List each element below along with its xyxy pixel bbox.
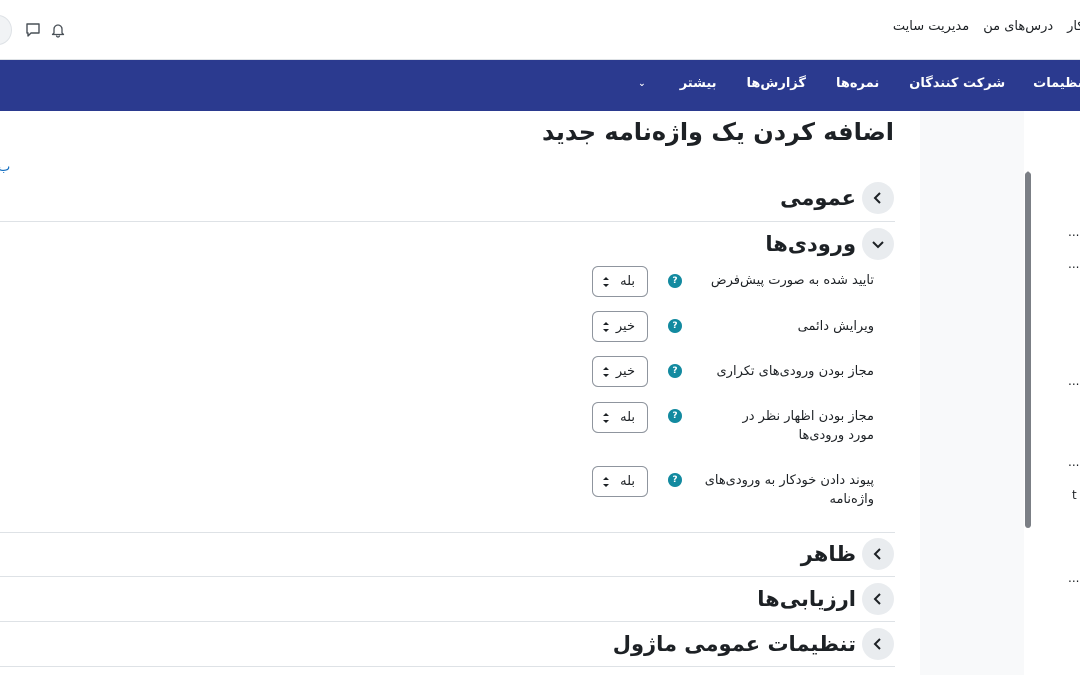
section-module-settings[interactable]: تنظیمات عمومی ماژول	[613, 627, 894, 661]
select-value: بله	[620, 274, 635, 289]
help-icon[interactable]: ?	[668, 319, 682, 333]
field-label-allow-comments: مجاز بودن اظهار نظر در مورد ورودی‌ها	[742, 409, 874, 443]
section-module-settings-title: تنظیمات عمومی ماژول	[612, 632, 856, 656]
notifications-bell-icon[interactable]	[48, 20, 68, 40]
section-ratings-title: ارزیابی‌ها	[757, 587, 856, 611]
select-value: بله	[620, 474, 635, 489]
top-navbar: ر کار درس‌های من مدیریت سایت	[0, 0, 1080, 60]
section-general-title: عمومی	[780, 186, 856, 210]
section-entries[interactable]: ورودی‌ها	[765, 227, 894, 261]
course-index-item[interactable]: ...	[1068, 455, 1079, 469]
tab-reports[interactable]: گزارش‌ها	[747, 76, 806, 91]
course-secondary-nav: تنظیمات شرکت کنندگان نمره‌ها گزارش‌ها بی…	[0, 60, 1080, 111]
field-label-edit-always: ویرایش دائمی	[797, 319, 874, 334]
tab-settings[interactable]: تنظیمات	[1033, 76, 1080, 91]
tab-more[interactable]: بیشتر ⌄	[608, 76, 716, 91]
chevron-left-icon[interactable]	[862, 182, 894, 214]
select-arrows-icon	[603, 477, 609, 487]
chevron-left-icon[interactable]	[862, 628, 894, 660]
select-allow-comments[interactable]: بله	[592, 402, 648, 433]
chevron-down-icon[interactable]	[862, 228, 894, 260]
select-arrows-icon	[603, 322, 609, 332]
divider	[0, 221, 895, 222]
select-arrows-icon	[603, 367, 609, 377]
course-index-item[interactable]: ...	[1068, 571, 1079, 585]
chevron-down-icon: ⌄	[638, 79, 646, 89]
tab-more-label: بیشتر	[679, 76, 717, 91]
nav-site-admin[interactable]: مدیریت سایت	[893, 19, 969, 34]
course-index-item[interactable]: ...	[1068, 257, 1079, 271]
primary-nav: ر کار درس‌های من مدیریت سایت	[893, 19, 1080, 34]
select-approved-default[interactable]: بله	[592, 266, 648, 297]
help-icon[interactable]: ?	[668, 409, 682, 423]
field-label-approved-default: تایید شده به صورت پیش‌فرض	[710, 273, 874, 288]
divider	[0, 576, 895, 577]
field-label-allow-duplicates: مجاز بودن ورودی‌های تکراری	[716, 364, 875, 379]
tab-grades[interactable]: نمره‌ها	[836, 76, 879, 91]
expand-all-link[interactable]: ب	[0, 160, 10, 175]
help-icon[interactable]: ?	[668, 473, 682, 487]
scroll-up-arrow-icon[interactable]	[1024, 162, 1032, 175]
user-avatar[interactable]	[0, 15, 12, 45]
scrollbar-thumb[interactable]	[1025, 172, 1031, 528]
divider	[0, 666, 895, 667]
tab-participants[interactable]: شرکت کنندگان	[909, 76, 1005, 91]
select-auto-linking[interactable]: بله	[592, 466, 648, 497]
chevron-left-icon[interactable]	[862, 583, 894, 615]
section-entries-title: ورودی‌ها	[765, 232, 856, 256]
select-arrows-icon	[603, 413, 609, 423]
course-index-item[interactable]: t	[1072, 488, 1077, 502]
course-index-item[interactable]: ...	[1068, 374, 1079, 388]
chevron-left-icon[interactable]	[862, 538, 894, 570]
course-index-panel	[1024, 111, 1080, 675]
help-icon[interactable]: ?	[668, 274, 682, 288]
section-appearance-title: ظاهر	[800, 542, 856, 566]
select-value: بله	[620, 410, 635, 425]
nav-my-courses[interactable]: درس‌های من	[983, 19, 1053, 34]
select-arrows-icon	[603, 277, 609, 287]
section-general[interactable]: عمومی	[780, 181, 894, 215]
section-ratings[interactable]: ارزیابی‌ها	[757, 582, 894, 616]
section-appearance[interactable]: ظاهر	[801, 537, 894, 571]
divider	[0, 621, 895, 622]
page-title: اضافه کردن یک واژه‌نامه جدید	[542, 118, 894, 146]
course-index-item[interactable]: ...	[1068, 225, 1079, 239]
messages-icon[interactable]	[23, 20, 43, 40]
select-allow-duplicates[interactable]: خیر	[592, 356, 648, 387]
select-edit-always[interactable]: خیر	[592, 311, 648, 342]
select-value: خیر	[615, 319, 635, 334]
help-icon[interactable]: ?	[668, 364, 682, 378]
nav-dashboard[interactable]: ر کار	[1067, 19, 1080, 34]
field-label-auto-linking: پیوند دادن خودکار به ورودی‌های واژه‌نامه	[704, 473, 874, 507]
select-value: خیر	[615, 364, 635, 379]
divider	[0, 532, 895, 533]
